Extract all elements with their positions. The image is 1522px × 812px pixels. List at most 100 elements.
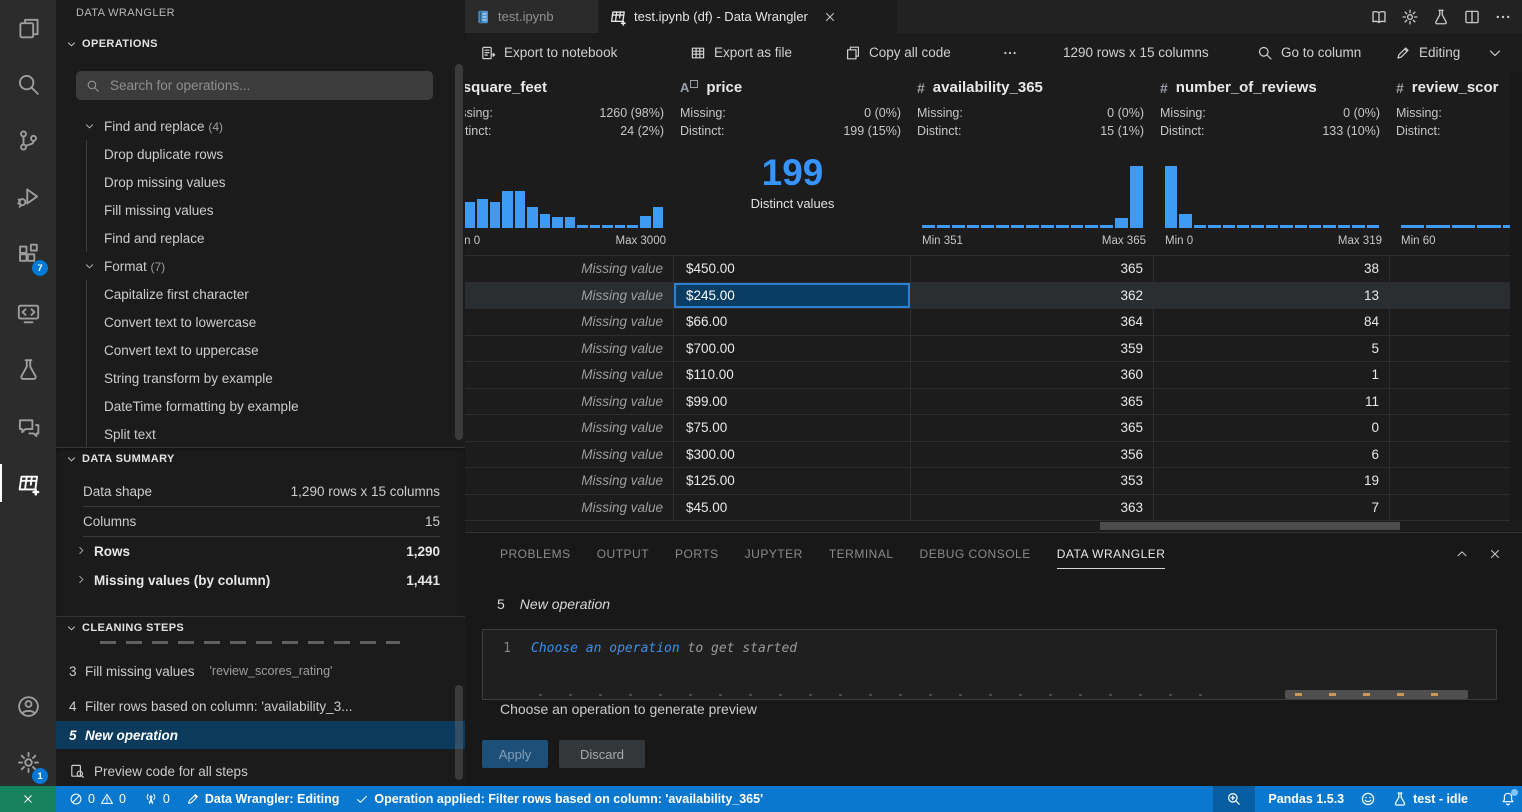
grid-cell[interactable]: 362 [911, 283, 1154, 309]
column-header-availability_365[interactable]: #availability_365Missing:0 (0%)Distinct:… [911, 72, 1154, 255]
grid-cell[interactable]: 6 [1154, 442, 1390, 468]
grid-cell[interactable]: 84 [1154, 309, 1390, 335]
more-actions-icon[interactable] [1494, 8, 1512, 26]
problems-status[interactable]: 0 0 [69, 792, 126, 806]
grid-cell[interactable] [1390, 442, 1510, 468]
grid-cell[interactable]: 11 [1154, 389, 1390, 415]
tab-test-ipynb[interactable]: test.ipynb [465, 0, 598, 33]
cleaning-step-4[interactable]: 4Filter rows based on column: 'availabil… [56, 692, 465, 720]
search-operations-box[interactable] [76, 71, 433, 100]
grid-cell[interactable]: $700.00 [674, 336, 911, 362]
grid-cell[interactable]: Missing value [465, 309, 674, 335]
grid-cell[interactable]: 363 [911, 495, 1154, 521]
discard-button[interactable]: Discard [559, 740, 645, 768]
grid-cell[interactable]: $45.00 [674, 495, 911, 521]
grid-cell[interactable] [1390, 495, 1510, 521]
operation-item-drop-missing-values[interactable]: Drop missing values [104, 168, 452, 196]
grid-cell[interactable] [1390, 362, 1510, 388]
grid-cell[interactable]: 13 [1154, 283, 1390, 309]
cleaning-step-3[interactable]: 3Fill missing values'review_scores_ratin… [56, 657, 465, 685]
grid-cell[interactable]: Missing value [465, 442, 674, 468]
grid-cell[interactable]: Missing value [465, 389, 674, 415]
data-wrangler-mode-status[interactable]: Data Wrangler: Editing [186, 792, 340, 806]
operation-item-find-and-replace[interactable]: Find and replace [104, 224, 452, 252]
grid-cell[interactable]: Missing value [465, 468, 674, 494]
grid-cell[interactable]: $99.00 [674, 389, 911, 415]
panel-tab-problems[interactable]: PROBLEMS [500, 543, 571, 568]
maximize-panel-icon[interactable] [1455, 547, 1469, 561]
operation-item-drop-duplicate-rows[interactable]: Drop duplicate rows [104, 140, 452, 168]
grid-cell[interactable]: 38 [1154, 256, 1390, 282]
activity-item-comments[interactable] [0, 405, 56, 449]
grid-cell[interactable] [1390, 415, 1510, 441]
feedback-smiley-button[interactable] [1360, 791, 1376, 807]
export-to-notebook-button[interactable]: Export to notebook [480, 33, 617, 72]
activity-item-explorer[interactable] [0, 6, 56, 50]
operation-code-editor[interactable]: 1 Choose an operation to get started [482, 629, 1497, 700]
grid-cell[interactable]: 365 [911, 389, 1154, 415]
horizontal-scrollbar-thumb[interactable] [1100, 522, 1400, 530]
grid-cell[interactable]: 19 [1154, 468, 1390, 494]
grid-cell[interactable]: Missing value [465, 256, 674, 282]
panel-tab-output[interactable]: OUTPUT [597, 543, 649, 568]
grid-cell[interactable]: 353 [911, 468, 1154, 494]
operation-group-find-and-replace[interactable]: Find and replace (4) [56, 112, 452, 140]
panel-tab-debug-console[interactable]: DEBUG CONSOLE [920, 543, 1031, 568]
activity-item-extensions[interactable]: 7 [0, 232, 56, 276]
grid-cell[interactable]: $125.00 [674, 468, 911, 494]
activity-item-remote-explorer[interactable] [0, 291, 56, 335]
operation-item-fill-missing-values[interactable]: Fill missing values [104, 196, 452, 224]
operation-item-capitalize-first-character[interactable]: Capitalize first character [104, 280, 452, 308]
grid-cell[interactable]: 7 [1154, 495, 1390, 521]
close-panel-icon[interactable] [1488, 547, 1502, 561]
operations-section-header[interactable]: OPERATIONS [66, 38, 158, 50]
panel-tab-ports[interactable]: PORTS [675, 543, 719, 568]
activity-item-testing[interactable] [0, 347, 56, 391]
grid-cell[interactable]: 364 [911, 309, 1154, 335]
operation-item-datetime-formatting-by-example[interactable]: DateTime formatting by example [104, 392, 452, 420]
grid-cell[interactable] [1390, 283, 1510, 309]
open-preview-icon[interactable] [1370, 8, 1388, 26]
close-tab-icon[interactable] [823, 10, 837, 24]
grid-cell[interactable]: Missing value [465, 336, 674, 362]
summary-row-missing-values-by-column-[interactable]: Missing values (by column)1,441 [83, 566, 440, 595]
grid-cell[interactable]: 360 [911, 362, 1154, 388]
cleaning-steps-scrollbar[interactable] [455, 685, 463, 780]
settings-gear-icon[interactable] [1401, 8, 1419, 26]
activity-item-source-control[interactable] [0, 118, 56, 162]
operations-scrollbar[interactable] [455, 64, 463, 440]
grid-cell[interactable]: $66.00 [674, 309, 911, 335]
column-header-number_of_reviews[interactable]: #number_of_reviewsMissing:0 (0%)Distinct… [1154, 72, 1390, 255]
toolbar-more-button[interactable] [1002, 33, 1018, 72]
grid-cell[interactable] [1390, 336, 1510, 362]
notifications-bell[interactable] [1500, 791, 1516, 807]
grid-cell[interactable]: 1 [1154, 362, 1390, 388]
copy-all-code-button[interactable]: Copy all code [845, 33, 951, 72]
grid-cell[interactable] [1390, 309, 1510, 335]
column-header-square_feet[interactable]: #square_feetMissing:1260 (98%)Distinct:2… [465, 72, 674, 255]
grid-cell[interactable]: 0 [1154, 415, 1390, 441]
grid-cell[interactable]: 365 [911, 256, 1154, 282]
grid-cell[interactable]: $110.00 [674, 362, 911, 388]
activity-item-search[interactable] [0, 62, 56, 106]
grid-cell[interactable]: Missing value [465, 362, 674, 388]
activity-item-run-debug[interactable] [0, 174, 56, 218]
activity-item-settings[interactable]: 1 [0, 740, 56, 784]
export-as-file-button[interactable]: Export as file [690, 33, 792, 72]
column-header-price[interactable]: ApriceMissing:0 (0%)Distinct:199 (15%)19… [674, 72, 911, 255]
editing-mode-dropdown[interactable] [1487, 33, 1503, 72]
operation-group-format[interactable]: Format (7) [56, 252, 452, 280]
grid-cell[interactable]: $450.00 [674, 256, 911, 282]
cleaning-steps-header[interactable]: CLEANING STEPS [66, 622, 184, 634]
grid-cell[interactable]: $245.00 [674, 283, 911, 309]
operation-item-split-text[interactable]: Split text [104, 420, 452, 447]
data-summary-header[interactable]: DATA SUMMARY [66, 453, 175, 465]
apply-button[interactable]: Apply [482, 740, 548, 768]
split-editor-icon[interactable] [1463, 8, 1481, 26]
go-to-column-button[interactable]: Go to column [1257, 33, 1361, 72]
operation-item-convert-text-to-uppercase[interactable]: Convert text to uppercase [104, 336, 452, 364]
tab-data-wrangler[interactable]: test.ipynb (df) - Data Wrangler [599, 0, 897, 33]
grid-cell[interactable]: 356 [911, 442, 1154, 468]
grid-cell[interactable]: Missing value [465, 283, 674, 309]
ports-status[interactable]: 0 [144, 792, 170, 806]
